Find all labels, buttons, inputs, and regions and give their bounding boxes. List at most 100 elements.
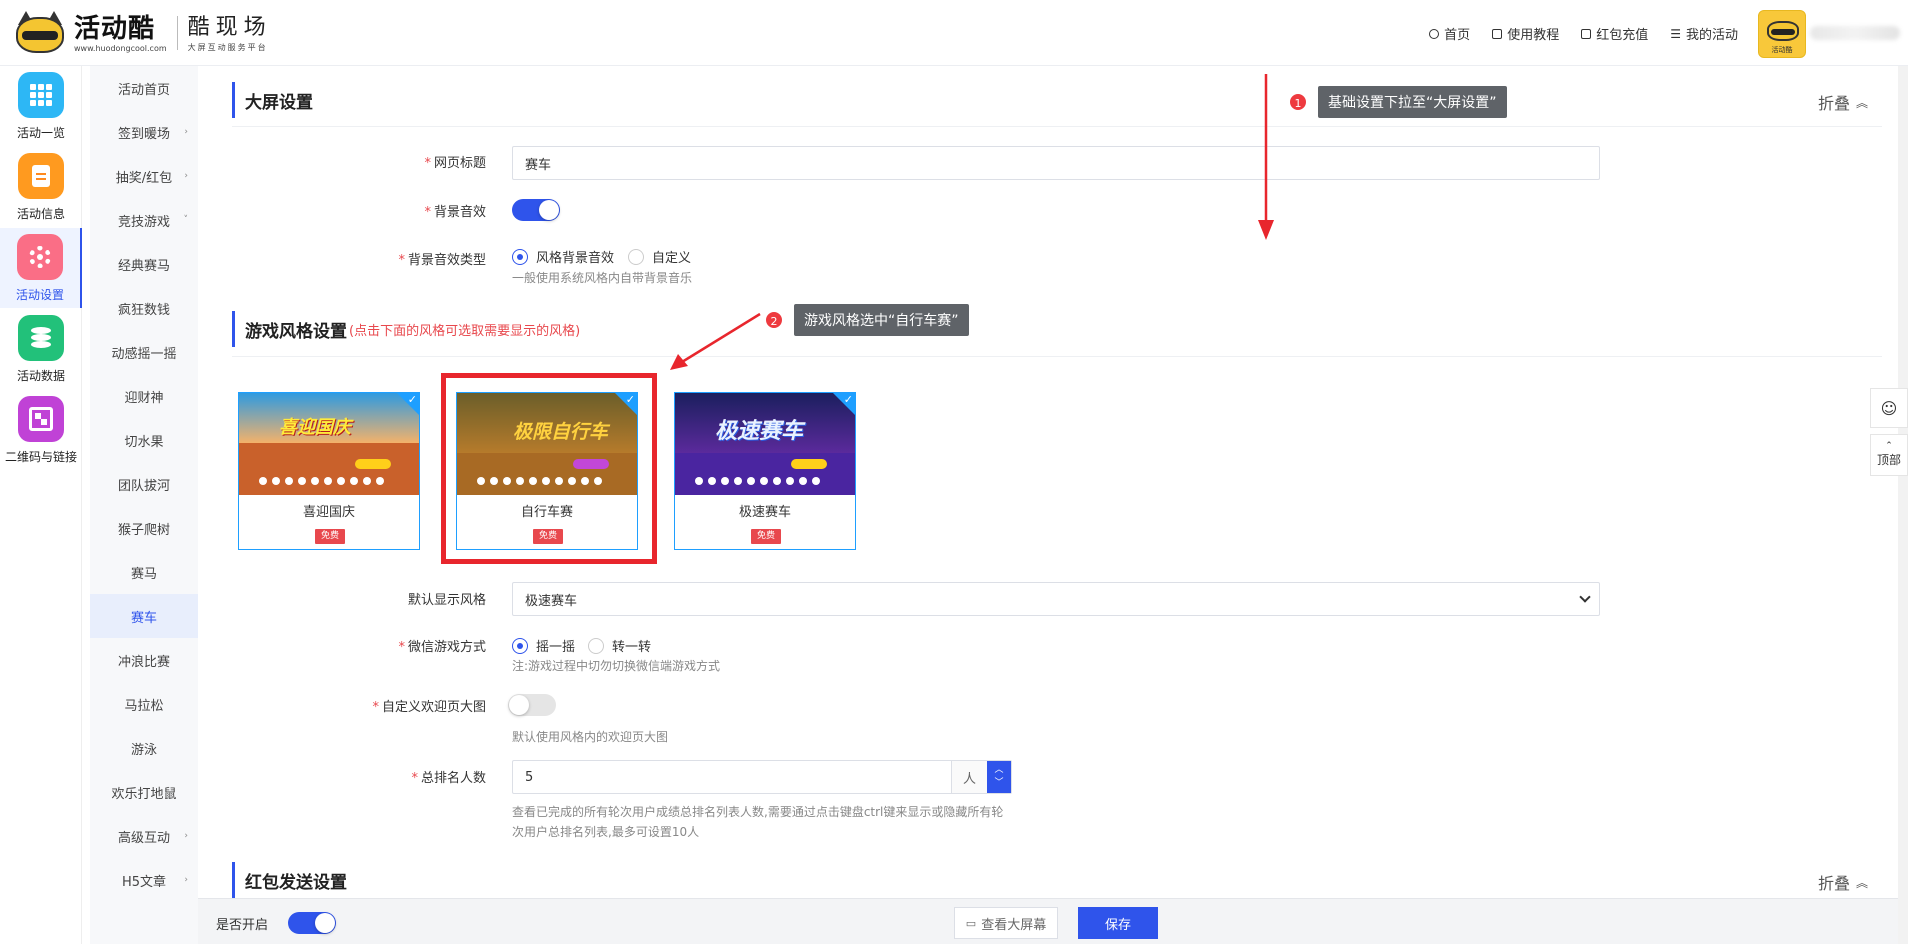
submenu-item[interactable]: 高级互动 › xyxy=(90,814,198,858)
back-to-top-label: 顶部 xyxy=(1876,453,1901,467)
cat-mascot-icon xyxy=(12,11,68,55)
submenu-item[interactable]: 抽奖/红包 › xyxy=(90,154,198,198)
submenu-label: 签到暖场 xyxy=(117,126,170,142)
collapse-button[interactable]: 折叠 ︽ xyxy=(1818,90,1868,114)
rank-number-input[interactable]: 5 人 ︿ ﹀ xyxy=(512,760,1012,794)
check-icon: ✓ xyxy=(407,393,417,406)
section-title: 红包发送设置 xyxy=(245,872,347,893)
nav-my-activities[interactable]: ☰ 我的活动 xyxy=(1670,24,1738,44)
monitor-icon: ▭ xyxy=(965,916,977,930)
username-blurred[interactable] xyxy=(1810,26,1900,40)
rail-item-info[interactable]: 活动信息 xyxy=(0,147,82,227)
chevron-up-icon[interactable]: ︿ xyxy=(994,764,1003,777)
default-style-label: 默认显示风格 xyxy=(407,593,486,608)
submenu-item[interactable]: 疯狂数钱 xyxy=(90,286,198,330)
wechat-mode-label: * 微信游戏方式 xyxy=(398,640,486,655)
radio-rotate[interactable]: 转一转 xyxy=(588,636,651,655)
submenu-item[interactable]: 动感摇一摇 xyxy=(90,330,198,374)
save-button[interactable]: 保存 xyxy=(1078,907,1158,939)
annotation-number: 1 xyxy=(1288,92,1308,112)
bg-sound-help: 一般使用系统风格内自带背景音乐 xyxy=(512,271,693,285)
submenu-item[interactable]: 活动首页 xyxy=(90,66,198,110)
qq-service-button[interactable]: ☺ xyxy=(1870,388,1908,428)
chevron-right-icon: › xyxy=(184,171,188,181)
avatar[interactable]: 活动酷 xyxy=(1758,10,1806,58)
view-screen-button[interactable]: ▭ 查看大屏幕 xyxy=(954,907,1058,939)
rail-item-overview[interactable]: 活动一览 xyxy=(0,66,82,146)
submenu-item[interactable]: 迎财神 xyxy=(90,374,198,418)
radio-style-sound[interactable]: 风格背景音效 xyxy=(512,247,614,266)
rail-label: 活动信息 xyxy=(16,207,65,221)
rail-label: 活动一览 xyxy=(16,126,65,140)
stepper[interactable]: ︿ ﹀ xyxy=(987,761,1011,793)
chevron-right-icon: › xyxy=(184,831,188,841)
enable-label: 是否开启 xyxy=(216,918,269,933)
default-style-select[interactable]: 极速赛车 xyxy=(512,582,1600,616)
nav-home[interactable]: 首页 xyxy=(1429,24,1470,43)
section-redpacket: 红包发送设置 xyxy=(232,862,347,898)
submenu-label: 冲浪比赛 xyxy=(117,654,170,670)
custom-welcome-label: * 自定义欢迎页大图 xyxy=(372,700,486,715)
submenu-label: 团队拔河 xyxy=(117,478,170,494)
submenu-label: 动感摇一摇 xyxy=(111,346,177,362)
bottom-action-bar: 是否开启 ▭ 查看大屏幕 保存 xyxy=(198,898,1898,944)
submenu-item[interactable]: 切水果 xyxy=(90,418,198,462)
page-title-input[interactable]: 赛车 xyxy=(512,146,1600,180)
enable-toggle[interactable] xyxy=(288,912,336,934)
section-hint: (点击下面的风格可选取需要显示的风格) xyxy=(349,323,581,339)
submenu-item-racing[interactable]: 赛车 xyxy=(90,594,198,638)
arrow-up-icon: ⌃ xyxy=(1885,441,1893,451)
rank-value[interactable]: 5 xyxy=(513,761,951,793)
collapse-button[interactable]: 折叠 ︽ xyxy=(1818,870,1868,894)
bg-sound-toggle[interactable] xyxy=(512,199,560,221)
submenu-item[interactable]: 经典赛马 xyxy=(90,242,198,286)
chevron-right-icon: › xyxy=(184,875,188,885)
nav-tutorial[interactable]: 使用教程 xyxy=(1492,24,1559,43)
style-thumbnail: 极速赛车 xyxy=(675,393,855,495)
submenu-label: 高级互动 xyxy=(117,830,170,846)
submenu-item[interactable]: H5文章 › xyxy=(90,858,198,902)
submenu-label: 疯狂数钱 xyxy=(117,302,170,318)
brand-logo[interactable]: 活动酷 www.huodongcool.com 酷现场 大屏互动服务平台 xyxy=(12,10,272,56)
wallet-icon xyxy=(1581,28,1592,39)
nav-recharge[interactable]: 红包充值 xyxy=(1581,24,1648,43)
style-card-speed-racing[interactable]: 极速赛车 ✓ 极速赛车 免费 xyxy=(674,392,856,550)
annotation-tooltip: 基础设置下拉至“大屏设置” xyxy=(1318,86,1507,118)
section-title: 游戏风格设置 xyxy=(245,321,347,342)
radio-shake[interactable]: 摇一摇 xyxy=(512,636,575,655)
submenu-item[interactable]: 马拉松 xyxy=(90,682,198,726)
rail-item-data[interactable]: 活动数据 xyxy=(0,309,82,389)
rail-item-qrcode[interactable]: 二维码与链接 xyxy=(0,390,82,470)
logo-url: www.huodongcool.com xyxy=(74,43,167,53)
style-thumbnail: 喜迎国庆 xyxy=(239,393,419,495)
submenu-item[interactable]: 欢乐打地鼠 xyxy=(90,770,198,814)
custom-welcome-toggle[interactable] xyxy=(508,694,556,716)
rank-help-2: 次用户总排名列表,最多可设置10人 xyxy=(512,825,700,839)
rank-unit: 人 xyxy=(951,761,987,793)
page-title-value: 赛车 xyxy=(525,157,552,173)
logo-subtitle: 大屏互动服务平台 xyxy=(187,42,268,52)
submenu-item[interactable]: 竞技游戏 ˅ xyxy=(90,198,198,242)
chevron-right-icon: › xyxy=(184,127,188,137)
list-icon: ☰ xyxy=(1670,26,1681,41)
submenu-item[interactable]: 团队拔河 xyxy=(90,462,198,506)
submenu-item[interactable]: 猴子爬树 xyxy=(90,506,198,550)
submenu-item[interactable]: 赛马 xyxy=(90,550,198,594)
submenu-label: 切水果 xyxy=(124,434,164,450)
back-to-top-button[interactable]: ⌃ 顶部 xyxy=(1870,434,1908,476)
radio-custom-sound[interactable]: 自定义 xyxy=(628,247,691,266)
chevron-up-icon: ︽ xyxy=(1855,875,1868,890)
scrollbar[interactable] xyxy=(1898,66,1908,944)
chevron-down-icon[interactable]: ﹀ xyxy=(994,777,1003,790)
free-badge: 免费 xyxy=(315,529,345,544)
annotation-tooltip: 游戏风格选中“自行车赛” xyxy=(794,304,969,336)
submenu-item[interactable]: 签到暖场 › xyxy=(90,110,198,154)
style-card-national-day[interactable]: 喜迎国庆 ✓ 喜迎国庆 免费 xyxy=(238,392,420,550)
style-name: 喜迎国庆 xyxy=(302,505,355,520)
submenu-label: H5文章 xyxy=(121,874,167,890)
submenu-item[interactable]: 冲浪比赛 xyxy=(90,638,198,682)
submenu-item[interactable]: 游泳 xyxy=(90,726,198,770)
rail-item-settings[interactable]: 活动设置 xyxy=(0,228,82,308)
section-game-style: 游戏风格设置 (点击下面的风格可选取需要显示的风格) xyxy=(232,311,580,347)
nav-my-activities-label: 我的活动 xyxy=(1685,28,1738,43)
